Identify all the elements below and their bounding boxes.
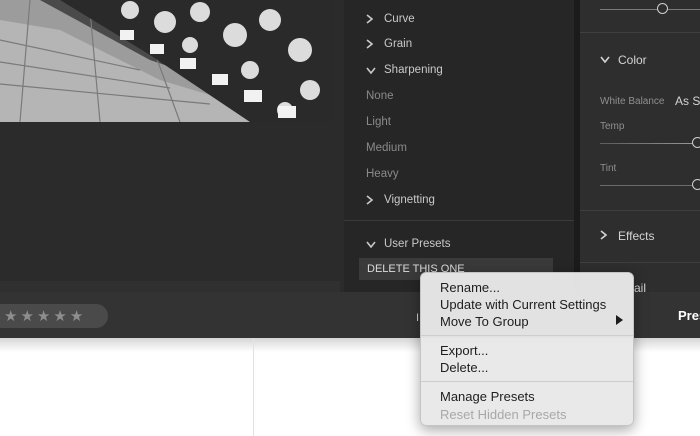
tint-label: Tint xyxy=(600,163,617,174)
edit-panel: Color White Balance As Sh Temp Tint Effe… xyxy=(580,0,700,295)
preset-group-label: Grain xyxy=(384,38,413,50)
star-icon[interactable]: ★ xyxy=(37,309,50,324)
chevron-right-icon xyxy=(600,229,612,243)
menu-item-manage-presets[interactable]: Manage Presets xyxy=(421,387,633,405)
color-section-header[interactable]: Color xyxy=(600,53,647,67)
section-divider xyxy=(580,32,700,33)
menu-separator xyxy=(421,381,633,382)
menu-item-export[interactable]: Export... xyxy=(421,341,633,359)
photo-image xyxy=(0,0,334,122)
preset-group-user-presets[interactable]: User Presets xyxy=(344,232,574,256)
menu-item-label: Move To Group xyxy=(440,313,529,329)
preset-group-vignetting[interactable]: Vignetting xyxy=(344,188,574,212)
preset-group-curve[interactable]: Curve xyxy=(344,7,574,31)
preset-group-label: Sharpening xyxy=(384,64,443,76)
star-icon[interactable]: ★ xyxy=(20,309,33,324)
preset-group-label: Vignetting xyxy=(384,194,435,206)
chevron-down-icon xyxy=(600,55,612,66)
section-divider xyxy=(580,262,700,263)
section-title: Effects xyxy=(618,229,655,243)
white-balance-dropdown[interactable]: As Sh xyxy=(675,94,700,108)
preset-item-medium[interactable]: Medium xyxy=(344,136,596,160)
chevron-down-icon xyxy=(366,241,376,248)
preset-item-light[interactable]: Light xyxy=(344,110,596,134)
chevron-down-icon xyxy=(366,67,376,74)
temp-label: Temp xyxy=(600,121,625,132)
preset-item-heavy[interactable]: Heavy xyxy=(344,162,596,186)
photo-preview[interactable] xyxy=(0,0,334,122)
chevron-right-icon xyxy=(366,14,376,24)
tint-slider-knob[interactable] xyxy=(692,179,700,190)
lower-divider xyxy=(253,338,254,436)
menu-item-move-to-group[interactable]: Move To Group xyxy=(421,312,633,330)
star-icon[interactable]: ★ xyxy=(70,309,83,324)
preset-group-grain[interactable]: Grain xyxy=(344,32,574,56)
submenu-arrow-icon xyxy=(616,315,623,325)
menu-item-update-settings[interactable]: Update with Current Settings xyxy=(421,295,633,313)
chevron-right-icon xyxy=(366,39,376,49)
panel-divider xyxy=(344,220,574,221)
preset-group-label: User Presets xyxy=(384,238,451,250)
menu-item-delete[interactable]: Delete... xyxy=(421,358,633,376)
temp-slider-track[interactable] xyxy=(600,143,700,144)
menu-separator xyxy=(421,335,633,336)
tint-slider-track[interactable] xyxy=(600,185,700,186)
star-icon[interactable]: ★ xyxy=(4,309,17,324)
preset-context-menu: Rename... Update with Current Settings M… xyxy=(420,272,634,426)
section-divider xyxy=(580,210,700,211)
slider-knob[interactable] xyxy=(657,3,668,14)
chevron-right-icon xyxy=(366,195,376,205)
star-rating[interactable]: ★ ★ ★ ★ ★ xyxy=(0,304,108,328)
slider-track[interactable] xyxy=(600,9,700,10)
preset-group-sharpening[interactable]: Sharpening xyxy=(344,58,574,82)
white-balance-label: White Balance xyxy=(600,96,665,107)
filmstrip-scroll[interactable] xyxy=(0,281,340,292)
temp-slider-knob[interactable] xyxy=(692,137,700,148)
menu-item-reset-hidden-presets: Reset Hidden Presets xyxy=(440,406,567,422)
preset-item-none[interactable]: None xyxy=(344,84,596,108)
section-title: Color xyxy=(618,53,647,67)
menu-item-rename[interactable]: Rename... xyxy=(421,278,633,296)
presets-button[interactable]: Presets xyxy=(678,308,700,323)
effects-section-header[interactable]: Effects xyxy=(600,229,654,243)
presets-panel: Curve Grain Sharpening None Light Medium… xyxy=(344,0,574,292)
preset-group-label: Curve xyxy=(384,13,415,25)
star-icon[interactable]: ★ xyxy=(53,309,66,324)
